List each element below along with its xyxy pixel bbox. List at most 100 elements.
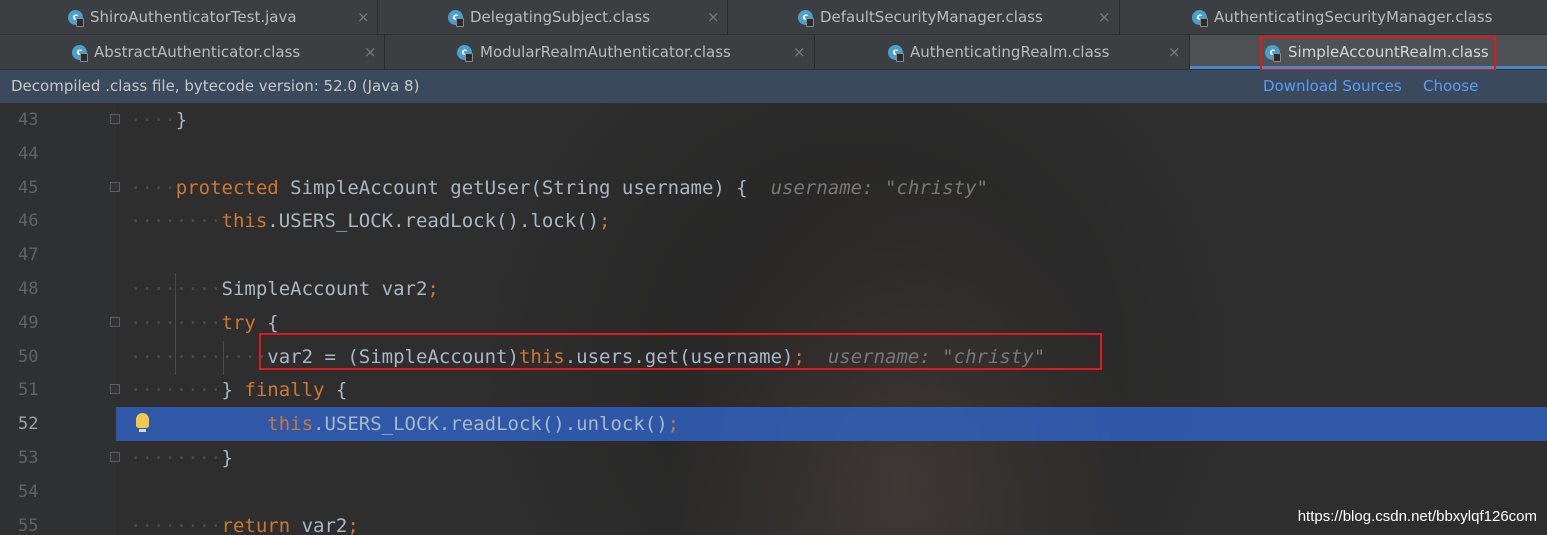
tab-label: DelegatingSubject.class (470, 8, 651, 26)
code-token: SimpleAccount var2 (221, 278, 428, 300)
whitespace-dots: ········ (130, 514, 222, 535)
tab-delegating-subject[interactable]: c DelegatingSubject.class × (378, 0, 728, 34)
code-token: .USERS_LOCK.readLock().unlock() (313, 413, 668, 436)
code-text: ········} (130, 441, 233, 475)
class-file-icon: c (888, 45, 904, 62)
line-number: 48 (18, 279, 39, 299)
code-token: } (175, 109, 188, 131)
tab-shiro-authenticator-test[interactable]: c ShiroAuthenticatorTest.java × (0, 0, 378, 34)
line-number: 49 (18, 312, 39, 333)
close-icon[interactable]: × (793, 35, 806, 69)
tab-label: ShiroAuthenticatorTest.java (90, 8, 297, 26)
class-file-icon: c (72, 45, 88, 62)
code-keyword: ; (427, 278, 439, 300)
tab-default-security-manager[interactable]: c DefaultSecurityManager.class × (728, 0, 1120, 34)
line-number: 55 (18, 515, 39, 535)
line-number: 45 (18, 177, 39, 198)
code-token: } (221, 447, 233, 469)
whitespace-dots: ········ (130, 379, 222, 402)
code-token: { (255, 311, 279, 334)
java-class-icon: c (68, 10, 84, 27)
code-token: var2 (290, 514, 348, 535)
whitespace-dots: ···· (130, 176, 176, 199)
indent-guide (175, 273, 176, 375)
tab-abstract-authenticator[interactable]: c AbstractAuthenticator.class × (0, 35, 385, 69)
code-keyword: try (221, 311, 256, 334)
tab-authenticating-realm[interactable]: c AuthenticatingRealm.class × (815, 35, 1190, 69)
line-number: 51 (18, 380, 39, 401)
code-text: ········} finally { (130, 373, 347, 407)
code-line-44[interactable]: 44 (0, 137, 1547, 171)
line-number: 53 (18, 448, 39, 468)
code-line-53[interactable]: 53 ········} (0, 441, 1547, 475)
tab-modular-realm-authenticator[interactable]: c ModularRealmAuthenticator.class × (385, 35, 815, 69)
code-keyword: this (221, 210, 268, 233)
code-token: .USERS_LOCK.readLock().lock() (267, 210, 600, 233)
code-text: ········SimpleAccount var2; (130, 272, 439, 306)
code-line-52[interactable]: 52 this.USERS_LOCK.readLock().unlock(); (18, 407, 1547, 442)
code-line-48[interactable]: 48 ········SimpleAccount var2; (0, 272, 1547, 306)
code-line-51[interactable]: 51 ········} finally { (0, 373, 1547, 407)
whitespace-dots: ···· (130, 109, 176, 131)
whitespace-dots: ········ (130, 210, 222, 233)
class-file-icon: c (457, 45, 473, 62)
class-file-icon: c (1192, 10, 1208, 27)
fold-marker-icon[interactable] (110, 181, 120, 192)
tab-authenticating-security-manager[interactable]: c AuthenticatingSecurityManager.class (1120, 0, 1547, 34)
line-number: 44 (18, 143, 39, 164)
annotation-box-line-50 (259, 333, 1102, 370)
code-line-47[interactable]: 47 (0, 238, 1547, 272)
code-token: SimpleAccount getUser(String username) { (278, 176, 771, 199)
fold-marker-icon[interactable] (110, 452, 120, 462)
tab-label: ModularRealmAuthenticator.class (480, 43, 731, 61)
line-number: 50 (18, 346, 39, 367)
code-line-46[interactable]: 46 ········this.USERS_LOCK.readLock().loc… (0, 204, 1547, 238)
tab-label: AbstractAuthenticator.class (94, 43, 301, 61)
class-file-icon: c (798, 10, 814, 27)
code-token: } (221, 379, 245, 402)
close-icon[interactable]: × (1168, 35, 1181, 69)
code-keyword: ; (599, 210, 611, 233)
tab-label: AuthenticatingSecurityManager.class (1214, 8, 1493, 26)
fold-marker-icon[interactable] (110, 316, 120, 327)
whitespace-dots (130, 413, 267, 435)
watermark-url: https://blog.csdn.net/bbxylqf126com (1297, 508, 1537, 525)
fold-marker-icon[interactable] (110, 114, 120, 124)
code-keyword: protected (175, 176, 279, 199)
code-line-45[interactable]: 45 ····protected SimpleAccount getUser(St… (0, 171, 1547, 205)
code-keyword: ; (347, 514, 359, 535)
editor-tab-row-1: c ShiroAuthenticatorTest.java × c Delega… (0, 0, 1547, 35)
line-number: 43 (18, 110, 39, 130)
close-icon[interactable]: × (357, 0, 370, 34)
decompiled-info-bar: Decompiled .class file, bytecode version… (0, 70, 1547, 128)
code-keyword: this (267, 413, 314, 436)
annotation-box-active-tab (1260, 36, 1496, 71)
parameter-hint: username: "christy" (770, 176, 988, 199)
code-text: ····} (130, 103, 187, 137)
code-token: { (324, 379, 348, 402)
code-line-43[interactable]: 43 ····} (0, 103, 1547, 137)
code-keyword: ; (667, 413, 680, 436)
line-number: 54 (18, 481, 39, 502)
fold-marker-icon[interactable] (110, 384, 120, 395)
close-icon[interactable]: × (707, 0, 720, 34)
code-text: ····protected SimpleAccount getUser(Stri… (130, 171, 988, 205)
close-icon[interactable]: × (364, 35, 377, 69)
close-icon[interactable]: × (1098, 0, 1111, 34)
indent-guide (223, 341, 224, 375)
download-sources-link[interactable]: Download Sources (1263, 70, 1402, 103)
code-editor[interactable]: 43 ····} 44 45 ····protected SimpleAccount g… (0, 103, 1547, 535)
decompiled-notice: Decompiled .class file, bytecode version… (11, 77, 420, 95)
line-number: 47 (18, 245, 39, 266)
code-line-54[interactable]: 54 (0, 475, 1547, 509)
code-text: ········try { (130, 306, 279, 340)
tab-label: DefaultSecurityManager.class (820, 8, 1043, 26)
class-file-icon: c (448, 10, 464, 27)
code-text: this.USERS_LOCK.readLock().unlock(); (130, 407, 679, 441)
code-text: ········return var2; (130, 509, 359, 535)
code-keyword: finally (244, 379, 325, 402)
line-number: 46 (18, 211, 39, 232)
whitespace-dots: ············ (130, 345, 268, 368)
whitespace-dots: ········ (130, 447, 222, 469)
code-keyword: return (221, 514, 291, 535)
